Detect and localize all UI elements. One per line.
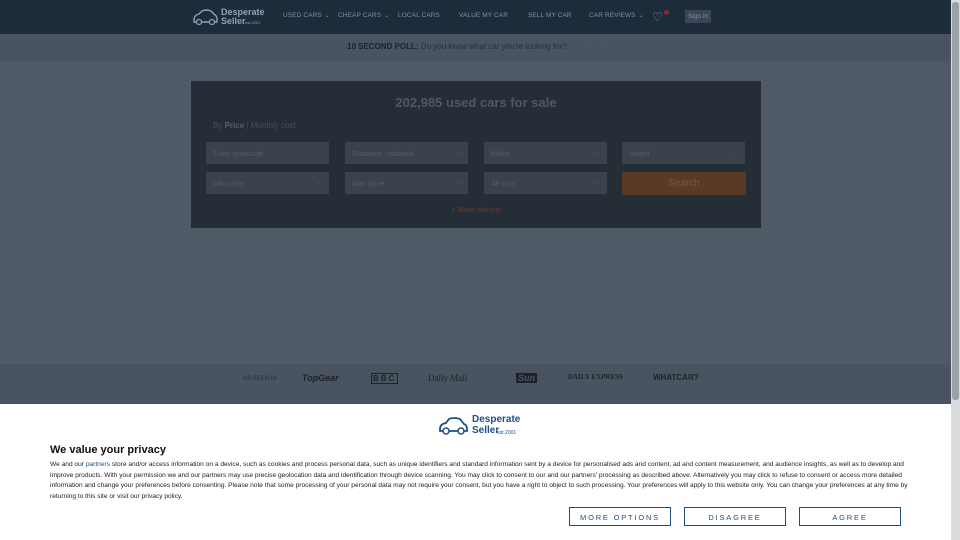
chevron-down-icon: ⌄ [455, 150, 461, 156]
brand-bbc: BBC [371, 373, 399, 384]
max-price-value: Max price [352, 179, 385, 188]
distance-value: Distance - national [352, 149, 415, 158]
poll-heading: 10 SECOND POLL: [347, 42, 419, 51]
mode-price[interactable]: Price [225, 121, 245, 130]
brand-topgear: TopGear [302, 373, 339, 383]
consent-logo-line1: Desperate [472, 414, 521, 425]
poll-answer-link[interactable]: Answer now [569, 42, 613, 51]
postcode-placeholder: Enter postcode [213, 149, 264, 158]
nav-label: CAR REVIEWS [589, 12, 636, 19]
postcode-input[interactable]: Enter postcode [206, 142, 329, 164]
poll-question: Do you know what car you're looking for? [418, 42, 567, 51]
max-price-select[interactable]: Max price ⌄ [345, 172, 468, 194]
partners-link[interactable]: partners [86, 461, 110, 468]
chevron-down-icon: ⌄ [594, 180, 600, 186]
car-search-panel: 202,985 used cars for sale By Price | Mo… [191, 81, 761, 228]
nav-sell-my-car[interactable]: SELL MY CAR [528, 12, 572, 19]
consent-logo: Desperate Seller est.2001 [438, 414, 521, 438]
chevron-down-icon: ⌄ [732, 150, 738, 156]
min-price-select[interactable]: Min price ⌄ [206, 172, 329, 194]
car-logo-icon [193, 9, 218, 26]
nav-label: VALUE MY CAR [459, 12, 509, 19]
by-label: By [213, 121, 223, 130]
chevron-down-icon: ⌄ [594, 150, 600, 156]
agree-button[interactable]: AGREE [799, 507, 901, 526]
consent-logo-line2: Seller [472, 425, 500, 436]
logo-tagline: est.2001 [245, 20, 261, 25]
heart-icon[interactable]: ♡ [652, 10, 663, 24]
as-seen-in-bar [0, 364, 951, 404]
mode-separator: | [246, 121, 249, 130]
page-scrollbar[interactable] [951, 0, 960, 540]
more-options-link: + More options [191, 205, 761, 214]
nav-used-cars[interactable]: USED CARS ⌄ [283, 12, 330, 19]
consent-logo-tagline: est.2001 [497, 430, 517, 436]
privacy-consent-dialog: Desperate Seller est.2001 We value your … [0, 404, 951, 540]
consent-body: We and our partners store and/or access … [50, 460, 910, 502]
brand-whatcar: WHATCAR? [653, 373, 699, 382]
more-options-button[interactable]: MORE OPTIONS [569, 507, 671, 526]
logo-text-line2: Seller [221, 16, 246, 26]
body-type-select[interactable]: All cars ⌄ [484, 172, 607, 194]
chevron-down-icon: ⌄ [316, 180, 322, 186]
site-header: Desperate Seller est.2001 USED CARS ⌄ CHE… [0, 0, 951, 34]
as-seen-in-label: AS SEEN IN [243, 376, 277, 382]
min-price-value: Min price [213, 179, 244, 188]
make-value: Make [491, 149, 510, 158]
site-logo[interactable]: Desperate Seller est.2001 [192, 6, 266, 28]
search-button[interactable]: Search [622, 172, 746, 195]
consent-body-text: store and/or access information on a dev… [50, 461, 908, 500]
nav-label: LOCAL CARS [398, 12, 440, 19]
body-type-value: All cars [491, 179, 516, 188]
mode-monthly[interactable]: Monthly cost [251, 121, 296, 130]
consent-body-intro: We and our [50, 461, 86, 468]
nav-label: CHEAP CARS [338, 12, 382, 19]
nav-local-cars[interactable]: LOCAL CARS [398, 12, 440, 19]
model-select[interactable]: Model ⌄ [622, 142, 745, 164]
brand-sun: Sun [516, 373, 537, 383]
model-value: Model [629, 149, 650, 158]
nav-label: SELL MY CAR [528, 12, 572, 19]
poll-banner: 10 SECOND POLL: Do you know what car you… [347, 42, 612, 51]
nav-car-reviews[interactable]: CAR REVIEWS ⌄ [589, 12, 644, 19]
more-options-label[interactable]: + More options [451, 205, 501, 214]
consent-title: We value your privacy [50, 444, 166, 456]
disagree-button[interactable]: DISAGREE [684, 507, 786, 526]
nav-cheap-cars[interactable]: CHEAP CARS ⌄ [338, 12, 389, 19]
brand-daily-mail: Daily Mail [428, 373, 468, 383]
make-select[interactable]: Make ⌄ [484, 142, 607, 164]
chevron-down-icon: ⌄ [638, 13, 644, 19]
car-logo-icon [439, 417, 468, 435]
brand-daily-express: DAILY EXPRESS [568, 373, 623, 381]
search-mode-toggle: By Price | Monthly cost [213, 121, 296, 130]
distance-select[interactable]: Distance - national ⌄ [345, 142, 468, 164]
sign-in-button[interactable]: Sign in [685, 10, 711, 23]
search-title: 202,985 used cars for sale [395, 95, 557, 110]
chevron-down-icon: ⌄ [324, 13, 330, 19]
favourites-badge [664, 10, 669, 15]
nav-label: USED CARS [283, 12, 322, 19]
scrollbar-thumb[interactable] [952, 2, 959, 400]
chevron-down-icon: ⌄ [384, 13, 390, 19]
chevron-down-icon: ⌄ [455, 180, 461, 186]
nav-value-my-car[interactable]: VALUE MY CAR [459, 12, 508, 19]
